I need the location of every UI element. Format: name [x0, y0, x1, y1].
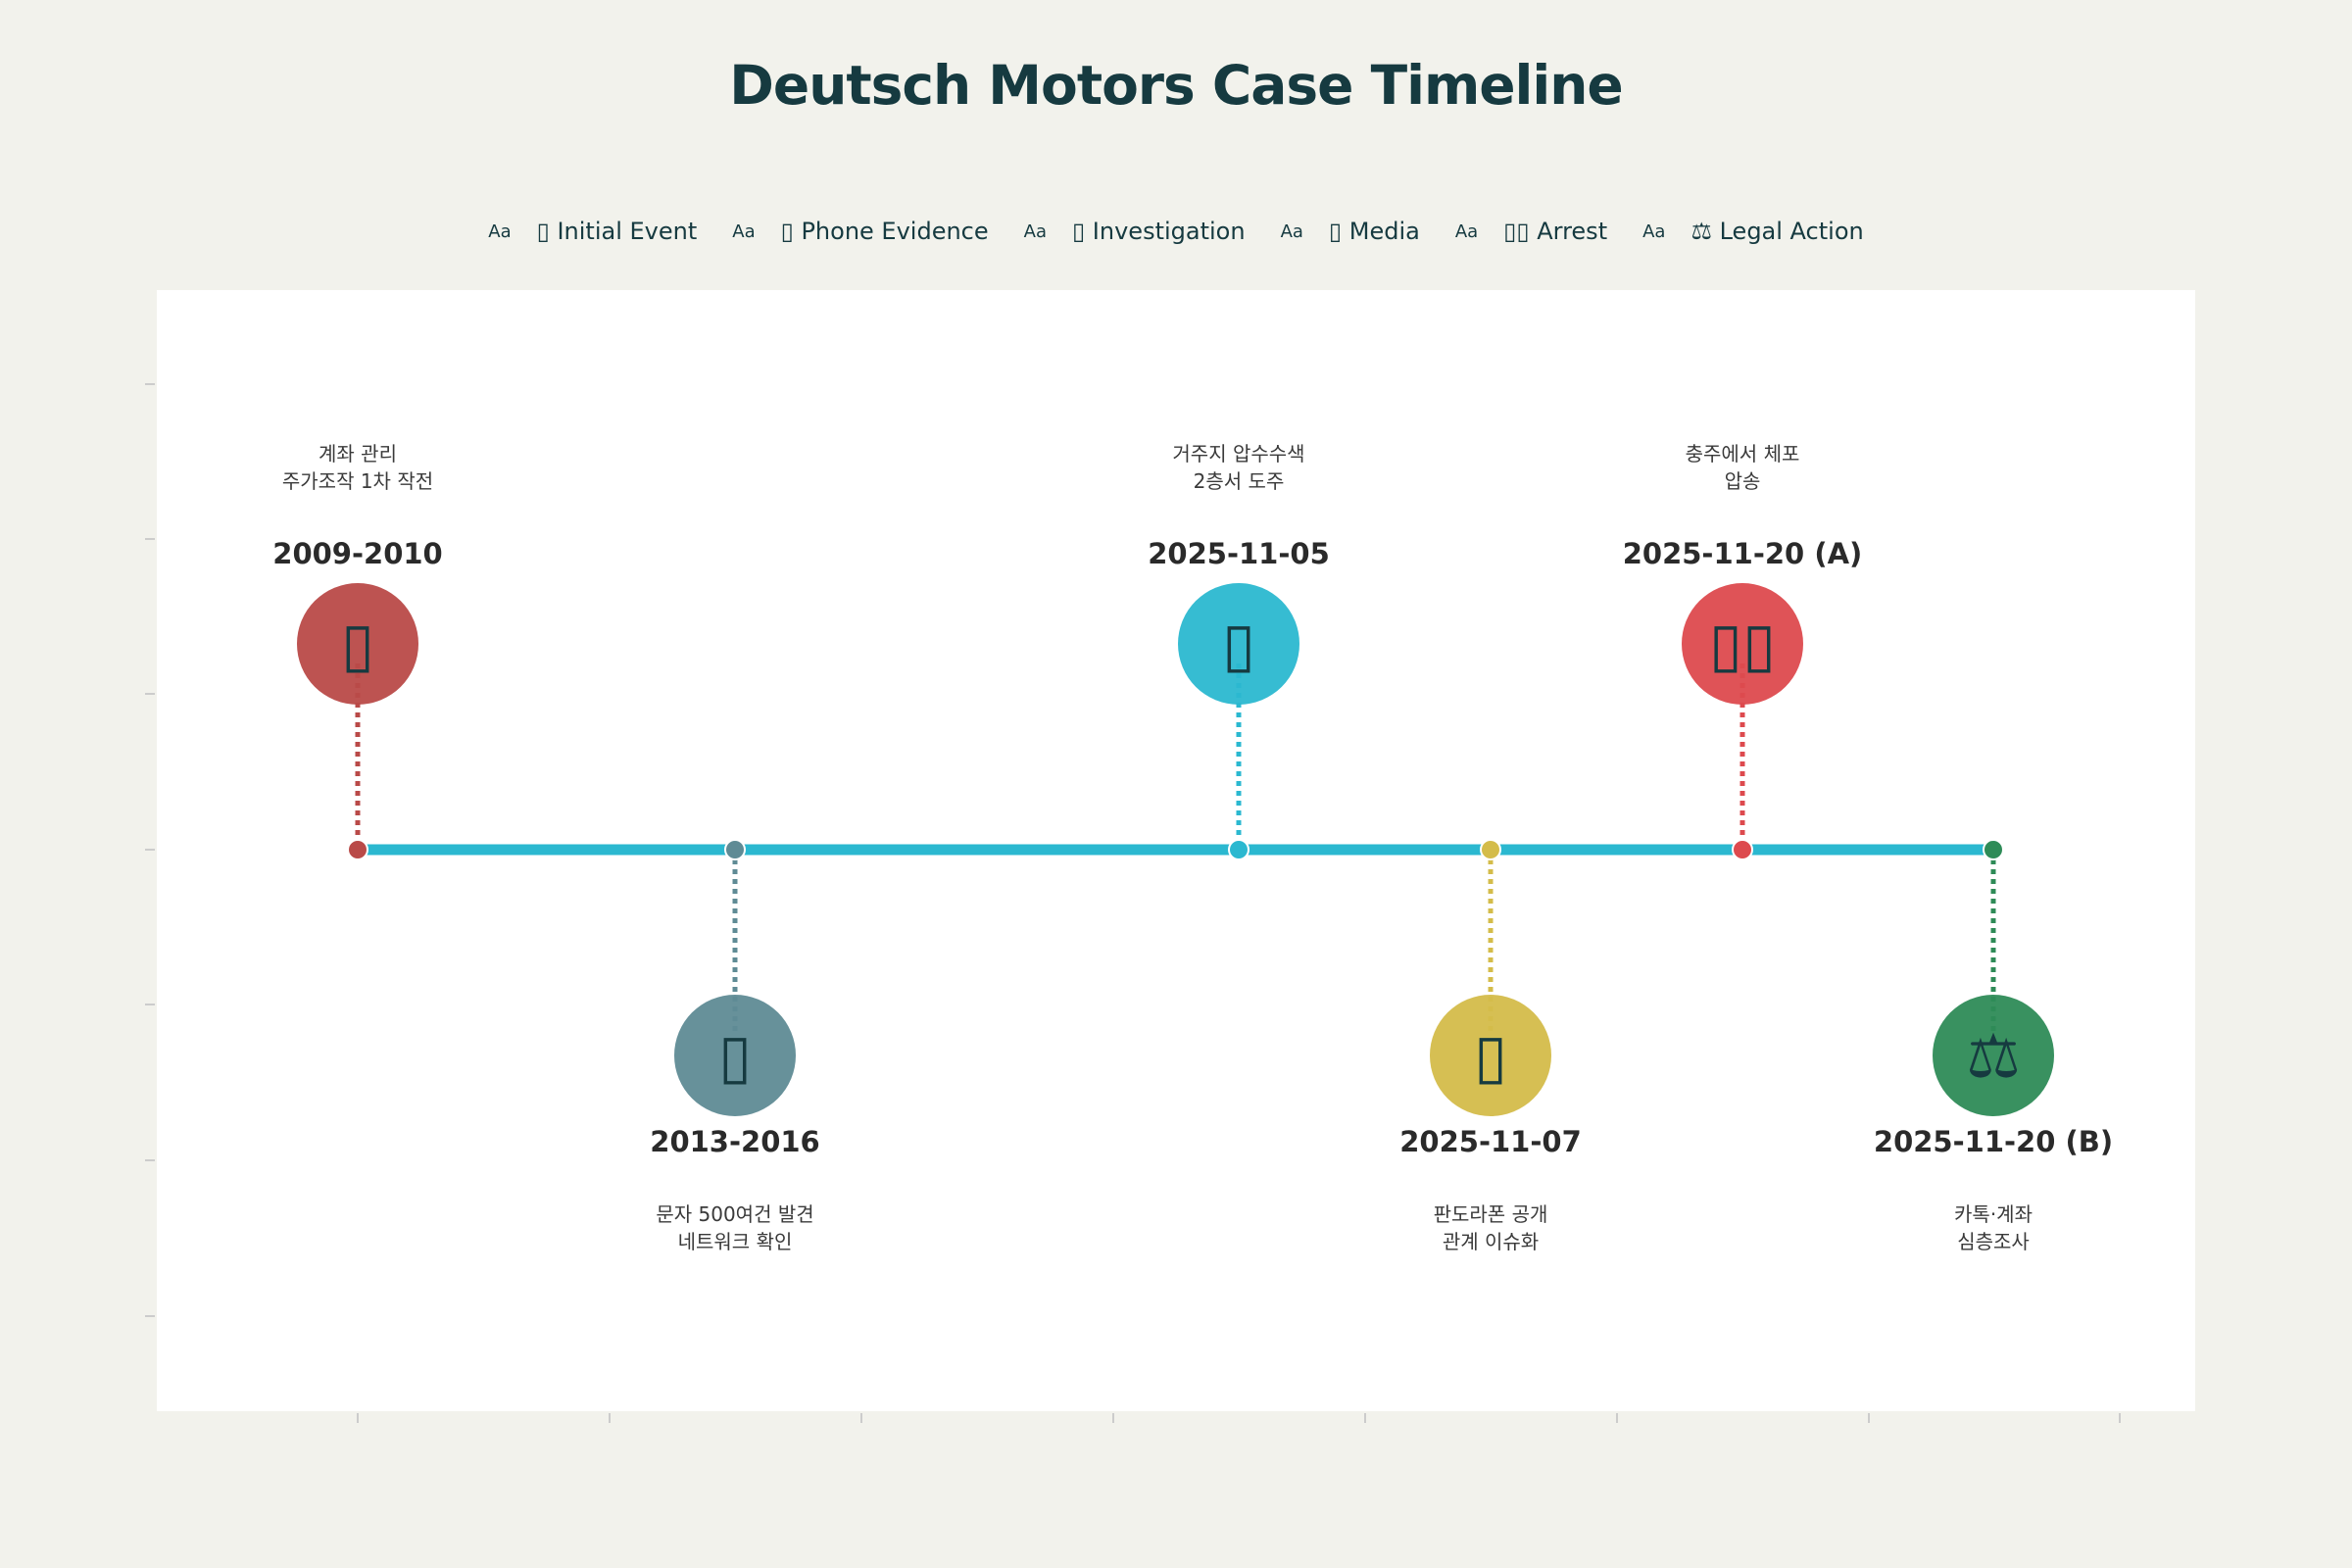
event-desc-label: 충주에서 체포: [1686, 442, 1800, 466]
event-point: [1228, 839, 1250, 860]
event-desc-label: 카톡·계좌: [1954, 1202, 2033, 1226]
event-desc-label: 2층서 도주: [1194, 469, 1285, 493]
event-desc-label: 판도라폰 공개: [1434, 1202, 1548, 1226]
event-date-label: 2025-11-20 (B): [1874, 1125, 2113, 1158]
event-point: [347, 839, 368, 860]
event-desc-label: 계좌 관리: [318, 442, 397, 466]
chart-stage: Deutsch Motors Case Timeline Aa ▯ Initial…: [0, 0, 2352, 1568]
event-point: [1732, 839, 1753, 860]
event-point: [724, 839, 746, 860]
x-axis-ticks: [357, 1413, 2121, 1423]
event-point: [1983, 839, 2004, 860]
event-desc-label: 주가조작 1차 작전: [282, 469, 433, 493]
event-desc-label: 네트워크 확인: [678, 1230, 793, 1253]
event-date-label: 2025-11-07: [1399, 1125, 1582, 1158]
y-axis-ticks: [145, 383, 155, 1317]
event-desc-label: 심층조사: [1957, 1230, 2030, 1253]
event-icon: ▯: [341, 609, 374, 680]
event-desc-label: 압송: [1725, 469, 1761, 493]
event-desc-label: 거주지 압수수색: [1172, 442, 1304, 466]
event-icon: ▯▯: [1709, 609, 1776, 680]
event-date-label: 2013-2016: [650, 1125, 819, 1158]
timeline-chart: ▯ 2009-2010 계좌 관리주가조작 1차 작전 ▯ 2013-2016 문자 50…: [145, 290, 2195, 1423]
event-point: [1480, 839, 1501, 860]
event-date-label: 2009-2010: [272, 537, 442, 570]
event-icon: ▯: [1222, 609, 1255, 680]
event-date-label: 2025-11-20 (A): [1623, 537, 1863, 570]
event-desc-label: 문자 500여건 발견: [656, 1202, 813, 1226]
event-desc-label: 관계 이슈화: [1443, 1230, 1539, 1253]
event-date-label: 2025-11-05: [1148, 537, 1330, 570]
